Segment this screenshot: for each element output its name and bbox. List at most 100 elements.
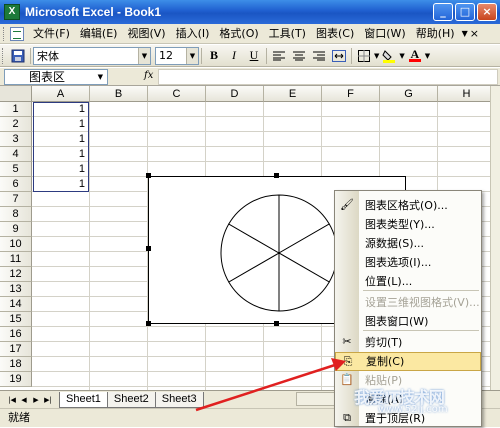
help-dropdown-icon[interactable]: ▼ — [462, 29, 468, 38]
menu-format[interactable]: 格式(O) — [214, 25, 263, 43]
row-header-16[interactable]: 16 — [0, 327, 32, 342]
row-header-19[interactable]: 19 — [0, 372, 32, 387]
title-bar: X Microsoft Excel - Book1 _ □ × — [0, 0, 500, 24]
row-header-12[interactable]: 12 — [0, 267, 32, 282]
align-center-icon[interactable] — [289, 47, 309, 65]
watermark-url: www.52ij.com — [378, 404, 448, 415]
row-header-1[interactable]: 1 — [0, 102, 32, 117]
menu-chart[interactable]: 图表(C) — [311, 25, 359, 43]
chart-handle[interactable] — [274, 173, 279, 178]
chart-handle[interactable] — [146, 173, 151, 178]
merge-center-icon[interactable] — [329, 47, 349, 65]
menu-window[interactable]: 窗口(W) — [359, 25, 410, 43]
row-header-10[interactable]: 10 — [0, 237, 32, 252]
row-header-3[interactable]: 3 — [0, 132, 32, 147]
row-header-7[interactable]: 7 — [0, 192, 32, 207]
context-menu-item[interactable]: 🖌 图表区格式(O)... — [335, 196, 481, 215]
next-sheet-icon[interactable]: ▶ — [30, 393, 42, 407]
paste-icon: 📋 — [340, 373, 354, 386]
menu-bar: 文件(F) 编辑(E) 视图(V) 插入(I) 格式(O) 工具(T) 图表(C… — [0, 24, 500, 44]
context-menu-item[interactable]: 图表窗口(W) — [335, 312, 481, 331]
row-header-18[interactable]: 18 — [0, 357, 32, 372]
column-header-d[interactable]: D — [206, 86, 264, 102]
chart-handle[interactable] — [146, 321, 151, 326]
column-header-f[interactable]: F — [322, 86, 380, 102]
chart-handle[interactable] — [146, 246, 151, 251]
context-menu-label: 位置(L)... — [365, 275, 413, 288]
font-name-select[interactable]: 宋体 ▼ — [33, 46, 151, 65]
menu-tools[interactable]: 工具(T) — [264, 25, 311, 43]
row-header-11[interactable]: 11 — [0, 252, 32, 267]
vertical-scrollbar[interactable] — [490, 86, 500, 390]
maximize-button[interactable]: □ — [455, 3, 475, 21]
font-name-value: 宋体 — [37, 49, 59, 63]
fill-color-icon[interactable] — [379, 47, 399, 65]
underline-button[interactable]: U — [244, 47, 264, 65]
context-menu-label: 图表选项(I)... — [365, 256, 432, 269]
row-header-4[interactable]: 4 — [0, 147, 32, 162]
close-workbook-button[interactable]: × — [470, 27, 479, 40]
row-header-15[interactable]: 15 — [0, 312, 32, 327]
sheet-tab-sheet1[interactable]: Sheet1 — [59, 391, 108, 408]
copy-icon: ⎘ — [343, 355, 353, 368]
row-header-14[interactable]: 14 — [0, 297, 32, 312]
toolbar-separator — [201, 47, 202, 64]
horizontal-scrollbar[interactable] — [296, 392, 336, 406]
borders-icon[interactable] — [354, 47, 374, 65]
menubar-grip[interactable] — [3, 26, 6, 41]
italic-button[interactable]: I — [224, 47, 244, 65]
minimize-button[interactable]: _ — [433, 3, 453, 21]
menu-file[interactable]: 文件(F) — [28, 25, 75, 43]
context-menu-item[interactable]: 位置(L)... — [335, 272, 481, 291]
row-header-2[interactable]: 2 — [0, 117, 32, 132]
gridline-horizontal — [32, 131, 490, 132]
menu-edit[interactable]: 编辑(E) — [75, 25, 123, 43]
row-header-17[interactable]: 17 — [0, 342, 32, 357]
menu-view[interactable]: 视图(V) — [122, 25, 170, 43]
sheet-tab-sheet2[interactable]: Sheet2 — [106, 391, 156, 408]
column-header-a[interactable]: A — [32, 86, 90, 102]
row-header-8[interactable]: 8 — [0, 207, 32, 222]
chevron-down-icon[interactable]: ▼ — [425, 52, 430, 60]
formula-input[interactable] — [158, 69, 498, 85]
prev-sheet-icon[interactable]: ◀ — [18, 393, 30, 407]
chevron-down-icon[interactable]: ▼ — [186, 47, 198, 64]
first-sheet-icon[interactable]: |◀ — [6, 393, 18, 407]
bold-button[interactable]: B — [204, 47, 224, 65]
column-header-h[interactable]: H — [438, 86, 490, 102]
context-menu-item[interactable]: 图表类型(Y)... — [335, 215, 481, 234]
context-menu-item[interactable]: 图表选项(I)... — [335, 253, 481, 272]
chart-handle[interactable] — [274, 321, 279, 326]
save-icon[interactable] — [8, 47, 28, 65]
align-right-icon[interactable] — [309, 47, 329, 65]
sheet-tab-sheet3[interactable]: Sheet3 — [154, 391, 204, 408]
row-header-6[interactable]: 6 — [0, 177, 32, 192]
font-color-button[interactable]: A — [405, 47, 425, 65]
chevron-down-icon[interactable]: ▼ — [138, 47, 150, 64]
context-menu-item[interactable]: 源数据(S)... — [335, 234, 481, 253]
close-button[interactable]: × — [477, 3, 497, 21]
toolbar-grip[interactable] — [2, 47, 5, 64]
workbook-icon[interactable] — [10, 26, 24, 41]
row-header-5[interactable]: 5 — [0, 162, 32, 177]
name-box[interactable]: 图表区 ▼ — [4, 69, 108, 85]
context-menu-item[interactable]: ✂ 剪切(T) — [335, 333, 481, 352]
context-menu-item[interactable]: ⎘ 复制(C) — [335, 352, 481, 371]
row-header-13[interactable]: 13 — [0, 282, 32, 297]
select-all-corner[interactable] — [0, 86, 32, 102]
column-header-g[interactable]: G — [380, 86, 438, 102]
chevron-down-icon[interactable]: ▼ — [98, 70, 103, 84]
align-left-icon[interactable] — [269, 47, 289, 65]
column-header-e[interactable]: E — [264, 86, 322, 102]
insert-function-icon[interactable]: fx — [144, 70, 153, 81]
font-size-select[interactable]: 12 ▼ — [155, 46, 199, 65]
context-menu-item: 设置三维视图格式(V)... — [335, 293, 481, 312]
row-header-9[interactable]: 9 — [0, 222, 32, 237]
last-sheet-icon[interactable]: ▶| — [42, 393, 54, 407]
menu-help[interactable]: 帮助(H) — [411, 25, 460, 43]
font-size-value: 12 — [159, 49, 173, 62]
column-header-b[interactable]: B — [90, 86, 148, 102]
menu-insert[interactable]: 插入(I) — [171, 25, 215, 43]
excel-app-icon[interactable]: X — [4, 4, 20, 20]
column-header-c[interactable]: C — [148, 86, 206, 102]
